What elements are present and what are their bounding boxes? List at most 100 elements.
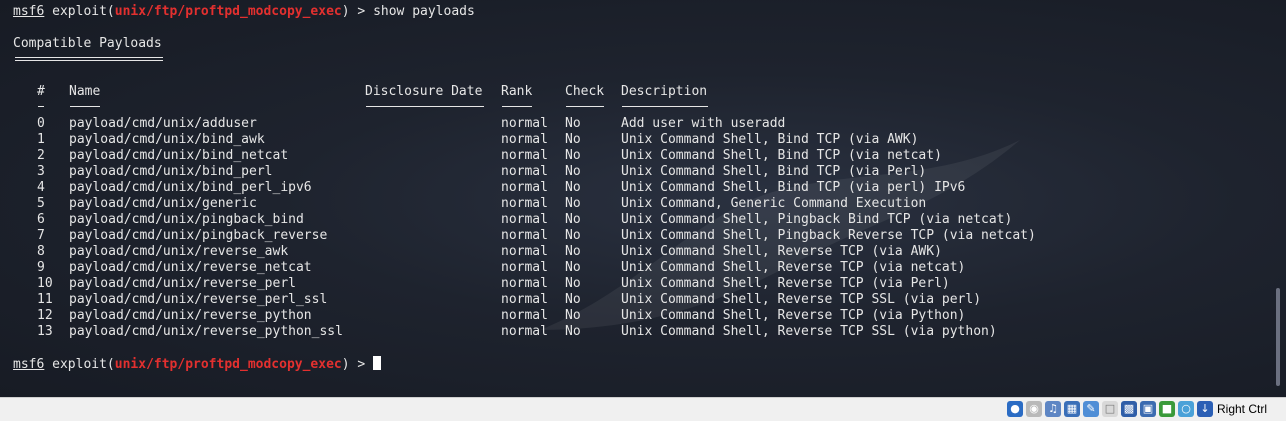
text-cursor (373, 356, 382, 370)
cpu-icon[interactable]: ■ (1159, 401, 1175, 417)
cell-rank: normal (501, 132, 548, 147)
cell-description: Unix Command Shell, Bind TCP (via Perl) (621, 164, 927, 179)
cell-num: 5 (37, 196, 45, 211)
cell-rank: normal (501, 260, 548, 275)
cell-description: Unix Command Shell, Reverse TCP (via Pyt… (621, 308, 966, 323)
cell-description: Add user with useradd (621, 116, 786, 131)
cell-num: 9 (37, 260, 45, 275)
cell-num: 8 (37, 244, 45, 259)
section-title: Compatible Payloads (13, 36, 162, 51)
cell-rank: normal (501, 164, 548, 179)
cell-rank: normal (501, 196, 548, 211)
module-name: unix/ftp/proftpd_modcopy_exec (114, 4, 342, 19)
hard-disk-icon[interactable]: ● (1007, 401, 1023, 417)
cell-check: No (565, 164, 581, 179)
msf-prefix: msf6 (13, 4, 45, 19)
cell-num: 13 (37, 324, 53, 339)
underline-check (566, 106, 604, 107)
cell-name: payload/cmd/unix/reverse_python (69, 308, 312, 323)
cell-check: No (565, 196, 581, 211)
cell-name: payload/cmd/unix/bind_perl (69, 164, 273, 179)
cell-rank: normal (501, 180, 548, 195)
cell-rank: normal (501, 212, 548, 227)
prompt-line-current[interactable]: msf6 exploit(unix/ftp/proftpd_modcopy_ex… (13, 356, 382, 372)
cell-description: Unix Command Shell, Pingback Bind TCP (v… (621, 212, 1013, 227)
cell-name: payload/cmd/unix/bind_netcat (69, 148, 289, 163)
cell-name: payload/cmd/unix/reverse_perl (69, 276, 296, 291)
header-disclosure-date: Disclosure Date (365, 84, 483, 99)
cell-name: payload/cmd/unix/adduser (69, 116, 257, 131)
cell-num: 11 (37, 292, 53, 307)
cell-num: 12 (37, 308, 53, 323)
cell-rank: normal (501, 228, 548, 243)
cell-check: No (565, 148, 581, 163)
cell-name: payload/cmd/unix/bind_awk (69, 132, 265, 147)
mouse-integration-icon[interactable]: ○ (1178, 401, 1194, 417)
cell-description: Unix Command Shell, Pingback Reverse TCP… (621, 228, 1036, 243)
cell-num: 2 (37, 148, 45, 163)
terminal-window[interactable]: msf6 exploit(unix/ftp/proftpd_modcopy_ex… (0, 0, 1286, 397)
underline-date (366, 106, 484, 107)
cell-check: No (565, 308, 581, 323)
cell-description: Unix Command Shell, Reverse TCP (via AWK… (621, 244, 942, 259)
header-check: Check (565, 84, 605, 99)
underline-rank (502, 106, 532, 107)
header-description: Description (621, 84, 708, 99)
prompt-close: ) > (341, 4, 374, 19)
cell-rank: normal (501, 148, 548, 163)
cell-name: payload/cmd/unix/pingback_reverse (69, 228, 328, 243)
cell-check: No (565, 116, 581, 131)
title-underline-bottom (15, 60, 163, 61)
cell-name: payload/cmd/unix/bind_perl_ipv6 (69, 180, 312, 195)
cell-rank: normal (501, 324, 548, 339)
cell-rank: normal (501, 308, 548, 323)
display-icon[interactable]: ▩ (1121, 401, 1137, 417)
cell-num: 4 (37, 180, 45, 195)
cell-description: Unix Command Shell, Reverse TCP (via Per… (621, 276, 950, 291)
cell-check: No (565, 212, 581, 227)
cell-rank: normal (501, 292, 548, 307)
cell-description: Unix Command Shell, Reverse TCP (via net… (621, 260, 966, 275)
network-icon[interactable]: ▦ (1064, 401, 1080, 417)
underline-name (70, 106, 100, 107)
cell-num: 10 (37, 276, 53, 291)
cell-check: No (565, 260, 581, 275)
cell-rank: normal (501, 244, 548, 259)
cell-check: No (565, 244, 581, 259)
cell-num: 7 (37, 228, 45, 243)
module-name: unix/ftp/proftpd_modcopy_exec (114, 357, 342, 372)
cell-description: Unix Command Shell, Bind TCP (via netcat… (621, 148, 942, 163)
audio-icon[interactable]: ♫ (1045, 401, 1061, 417)
cell-description: Unix Command Shell, Bind TCP (via AWK) (621, 132, 919, 147)
cell-check: No (565, 292, 581, 307)
underline-num (38, 106, 44, 107)
host-key-label: Right Ctrl (1217, 402, 1268, 416)
cell-name: payload/cmd/unix/reverse_perl_ssl (69, 292, 328, 307)
cell-check: No (565, 228, 581, 243)
exploit-label: exploit( (44, 4, 115, 19)
header-rank: Rank (501, 84, 533, 99)
usb-icon[interactable]: ✎ (1083, 401, 1099, 417)
cell-name: payload/cmd/unix/reverse_python_ssl (69, 324, 343, 339)
scrollbar-thumb[interactable] (1276, 288, 1280, 386)
cell-rank: normal (501, 116, 548, 131)
header-num: # (37, 84, 45, 99)
title-underline-top (15, 57, 163, 58)
cell-num: 3 (37, 164, 45, 179)
prompt-close: ) > (341, 357, 374, 372)
cell-check: No (565, 132, 581, 147)
underline-description (622, 106, 708, 107)
header-name: Name (69, 84, 101, 99)
cell-name: payload/cmd/unix/reverse_awk (69, 244, 289, 259)
cell-num: 6 (37, 212, 45, 227)
prompt-line: msf6 exploit(unix/ftp/proftpd_modcopy_ex… (13, 4, 475, 20)
cell-check: No (565, 276, 581, 291)
shared-folders-icon[interactable]: □ (1102, 401, 1118, 417)
cell-name: payload/cmd/unix/pingback_bind (69, 212, 304, 227)
msf-prefix: msf6 (13, 357, 45, 372)
optical-drive-icon[interactable]: ◉ (1026, 401, 1042, 417)
keyboard-arrow-icon[interactable]: ↓ (1197, 401, 1213, 417)
cell-check: No (565, 180, 581, 195)
cell-num: 0 (37, 116, 45, 131)
video-capture-icon[interactable]: ▣ (1140, 401, 1156, 417)
